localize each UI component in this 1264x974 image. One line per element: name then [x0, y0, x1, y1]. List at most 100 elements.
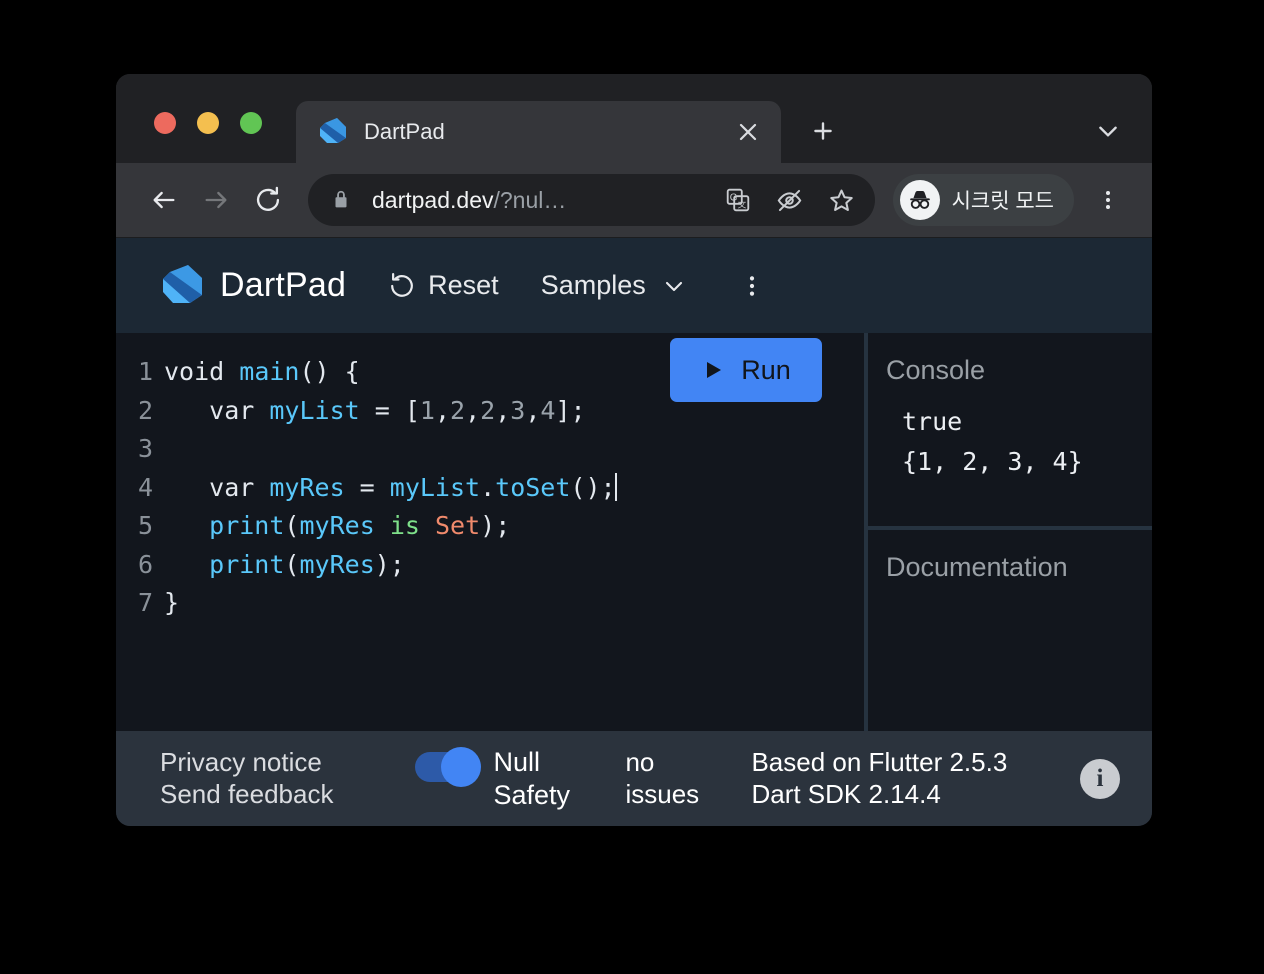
- null-safety-toggle[interactable]: [415, 747, 482, 788]
- line-number: 4: [137, 472, 153, 502]
- reload-icon[interactable]: [244, 176, 292, 224]
- url-suffix: /?nul…: [493, 186, 567, 213]
- line-number: 6: [137, 549, 153, 579]
- new-tab-button[interactable]: [801, 109, 845, 153]
- privacy-notice-link[interactable]: Privacy notice: [160, 747, 333, 779]
- code-line-text: print(myRes is Set);: [164, 507, 510, 546]
- dartpad-header: DartPad Reset Samples: [116, 238, 1152, 333]
- line-number: 7: [137, 588, 153, 617]
- version-info: Based on Flutter 2.5.3 Dart SDK 2.14.4: [751, 747, 1007, 810]
- flutter-version: Based on Flutter 2.5.3: [751, 746, 1008, 777]
- reset-button[interactable]: Reset: [388, 270, 499, 301]
- code-token: Set: [434, 511, 481, 540]
- code-line[interactable]: 7}: [116, 584, 864, 623]
- code-token: myList: [389, 472, 481, 502]
- footer-links: Privacy notice Send feedback: [160, 747, 333, 810]
- code-line-text: void main() {: [164, 353, 360, 392]
- code-token: is: [389, 511, 420, 540]
- code-token: );: [480, 511, 511, 540]
- code-token: (: [284, 511, 300, 540]
- browser-tab-title: DartPad: [364, 119, 445, 144]
- window-minimize-button[interactable]: [197, 112, 219, 134]
- info-icon[interactable]: i: [1080, 758, 1120, 799]
- dartpad-app: DartPad Reset Samples 1 void main() {2 …: [116, 238, 1152, 826]
- code-line[interactable]: 6 print(myRes);: [116, 546, 864, 585]
- samples-dropdown[interactable]: Samples: [541, 270, 686, 301]
- code-token: myList: [269, 395, 360, 425]
- forward-arrow-icon[interactable]: [192, 176, 240, 224]
- chevron-down-icon[interactable]: [1086, 109, 1130, 153]
- dartpad-right-panels: Console true {1, 2, 3, 4} Documentation: [864, 333, 1152, 731]
- browser-window: DartPad dartpad.dev/?nul… G 文 시크릿 모드 Dar…: [116, 74, 1152, 826]
- back-arrow-icon[interactable]: [140, 176, 188, 224]
- toggle-knob: [441, 747, 482, 788]
- code-line-text: print(myRes);: [164, 546, 405, 585]
- code-line-text: var myRes = myList.toSet();: [164, 469, 617, 508]
- line-number: 1: [137, 357, 153, 386]
- incognito-mode-label: 시크릿 모드: [951, 190, 1054, 213]
- address-bar[interactable]: dartpad.dev/?nul… G 文: [308, 174, 875, 226]
- window-maximize-button[interactable]: [240, 112, 262, 134]
- null-safety-control[interactable]: Null Safety: [415, 746, 589, 811]
- code-token: 2: [480, 395, 496, 425]
- code-token: (: [284, 549, 300, 579]
- console-output: true {1, 2, 3, 4}: [902, 407, 1083, 476]
- issues-status[interactable]: no issues: [625, 747, 729, 810]
- translate-icon[interactable]: G 文: [715, 177, 761, 223]
- code-token: var: [164, 472, 270, 502]
- code-token: main: [239, 357, 300, 386]
- code-token: void: [164, 357, 240, 386]
- chevron-down-icon: [662, 274, 686, 298]
- kebab-menu-icon: [740, 273, 764, 299]
- dartpad-body: 1 void main() {2 var myList = [1,2,2,3,4]…: [116, 333, 1152, 731]
- code-line[interactable]: 5 print(myRes is Set);: [116, 507, 864, 546]
- code-token: ];: [555, 395, 586, 425]
- code-editor[interactable]: 1 void main() {2 var myList = [1,2,2,3,4]…: [116, 333, 864, 731]
- code-token: print: [209, 511, 285, 540]
- dartpad-footer: Privacy notice Send feedback Null Safety…: [116, 731, 1152, 826]
- documentation-panel: Documentation: [868, 530, 1152, 731]
- code-token: myRes: [299, 511, 375, 540]
- code-token: toSet: [495, 472, 571, 502]
- code-token: }: [164, 588, 180, 617]
- incognito-mode-chip[interactable]: 시크릿 모드: [892, 174, 1074, 226]
- code-token: ,: [434, 395, 451, 425]
- code-line-text: var myList = [1,2,2,3,4];: [164, 392, 586, 431]
- window-close-button[interactable]: [154, 112, 176, 134]
- run-button[interactable]: Run: [670, 338, 822, 402]
- samples-label: Samples: [540, 270, 646, 300]
- code-token: 1: [419, 395, 435, 425]
- documentation-panel-title: Documentation: [886, 552, 1068, 582]
- line-number: 2: [137, 395, 153, 425]
- code-token: () {: [299, 357, 360, 386]
- line-number: 5: [137, 511, 153, 540]
- lock-icon: [330, 189, 352, 211]
- kebab-menu-icon[interactable]: [1086, 176, 1130, 224]
- code-token: ();: [570, 472, 616, 502]
- url-text: dartpad.dev/?nul…: [372, 187, 709, 214]
- code-token: myRes: [299, 549, 375, 579]
- code-token: 4: [540, 395, 556, 425]
- browser-tab-dartpad[interactable]: DartPad: [296, 101, 781, 163]
- browser-tab-strip: DartPad: [116, 74, 1152, 163]
- send-feedback-link[interactable]: Send feedback: [160, 779, 333, 811]
- run-button-label: Run: [741, 354, 791, 385]
- close-icon[interactable]: [731, 115, 765, 149]
- code-token: );: [374, 549, 405, 579]
- code-line-text: }: [164, 584, 179, 623]
- browser-toolbar: dartpad.dev/?nul… G 文 시크릿 모드: [116, 163, 1152, 238]
- code-token: 2: [450, 395, 466, 425]
- star-icon[interactable]: [819, 177, 865, 223]
- dartpad-more-menu-button[interactable]: [740, 273, 764, 299]
- code-line[interactable]: 3: [116, 430, 864, 469]
- eye-off-icon[interactable]: [767, 177, 813, 223]
- console-panel-title: Console: [886, 355, 986, 385]
- code-line[interactable]: 4 var myRes = myList.toSet();: [116, 469, 864, 508]
- url-host: dartpad.dev: [372, 186, 494, 213]
- text-caret: [614, 472, 617, 501]
- code-token: 3: [510, 395, 526, 425]
- code-lines[interactable]: 1 void main() {2 var myList = [1,2,2,3,4]…: [116, 353, 864, 731]
